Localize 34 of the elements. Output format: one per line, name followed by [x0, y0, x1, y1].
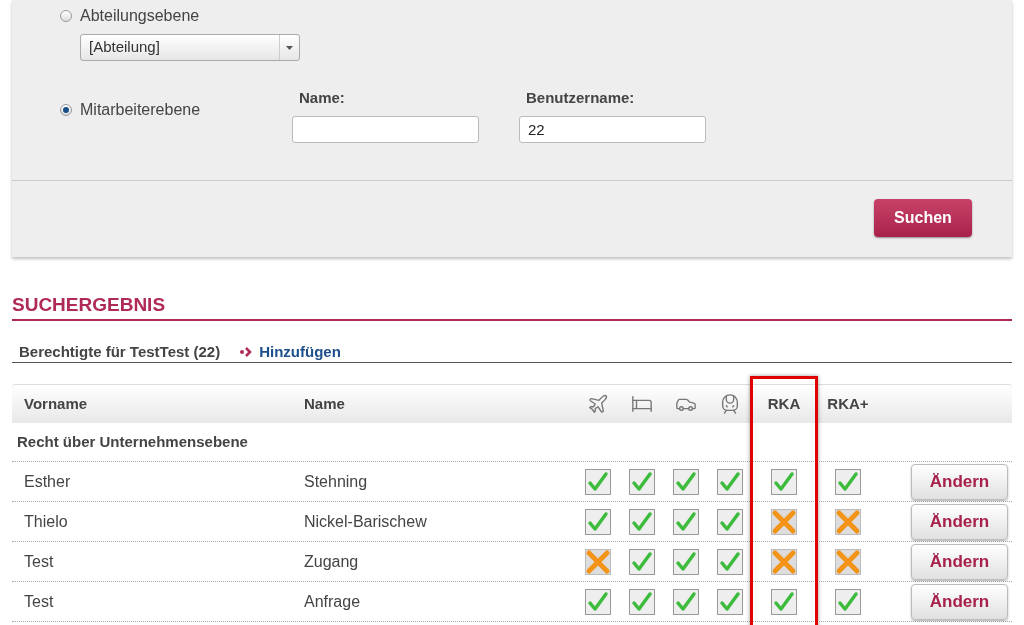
column-header: RKA [767, 393, 801, 414]
column-header: RKA+ [827, 393, 869, 414]
table-cell-text: Esther [24, 471, 72, 492]
field-label: Name: [299, 88, 346, 108]
table-cell-text: Test [24, 551, 55, 572]
radio-button[interactable] [60, 10, 72, 22]
table-cell-text: Anfrage [304, 591, 362, 612]
table-cell-text: Stehning [304, 471, 369, 492]
edit-button[interactable]: Ändern [911, 543, 1008, 580]
group-label: Recht über Unternehmensebene [12, 423, 1012, 462]
plane-icon [587, 393, 609, 415]
table-cell-text: Thielo [24, 511, 69, 532]
edit-button[interactable]: Ändern [911, 503, 1008, 540]
field-label: Benutzername: [526, 88, 636, 108]
column-header: Vorname [24, 395, 88, 412]
edit-button[interactable]: Ändern [911, 463, 1008, 500]
subtitle: Berechtigte für TestTest (22) [19, 342, 221, 362]
radio-button[interactable] [60, 104, 72, 116]
text-field[interactable] [292, 115, 479, 143]
column-header: Name [304, 395, 345, 412]
bed-icon [631, 393, 653, 415]
section-title: SUCHERGEBNIS [12, 291, 1012, 321]
add-link[interactable]: Hinzufügen [240, 341, 341, 364]
caret-icon [286, 45, 293, 50]
table-cell-text: Test [24, 591, 55, 612]
text-field[interactable]: 22 [519, 115, 706, 143]
search-button[interactable]: Suchen [874, 199, 972, 237]
edit-button[interactable]: Ändern [911, 583, 1008, 620]
radio-label: Mitarbeiterebene [80, 100, 201, 120]
radio-label: Abteilungsebene [80, 6, 200, 26]
table-cell-text: Zugang [304, 551, 360, 572]
table-cell-text: Nickel-Barischew [304, 511, 428, 532]
train-icon [719, 393, 741, 415]
department-dropdown[interactable]: [Abteilung] [80, 34, 300, 61]
